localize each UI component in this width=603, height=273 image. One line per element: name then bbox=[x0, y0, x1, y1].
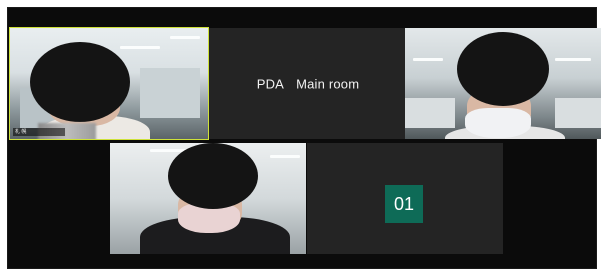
video-grid: 札 幌 PDA Main room 01 bbox=[7, 7, 601, 269]
participant-number-tile[interactable]: 01 bbox=[307, 143, 503, 254]
participant-tile-2[interactable] bbox=[405, 28, 601, 139]
room-name: Main room bbox=[296, 76, 360, 91]
participant-tile-active[interactable]: 札 幌 bbox=[9, 27, 209, 140]
room-title: PDA Main room bbox=[209, 76, 407, 91]
room-prefix: PDA bbox=[256, 76, 285, 91]
participant-tile-3[interactable] bbox=[110, 143, 306, 254]
room-title-tile: PDA Main room bbox=[209, 28, 407, 139]
participant-name-tag: 札 幌 bbox=[13, 128, 65, 136]
participant-number-badge: 01 bbox=[385, 185, 423, 223]
